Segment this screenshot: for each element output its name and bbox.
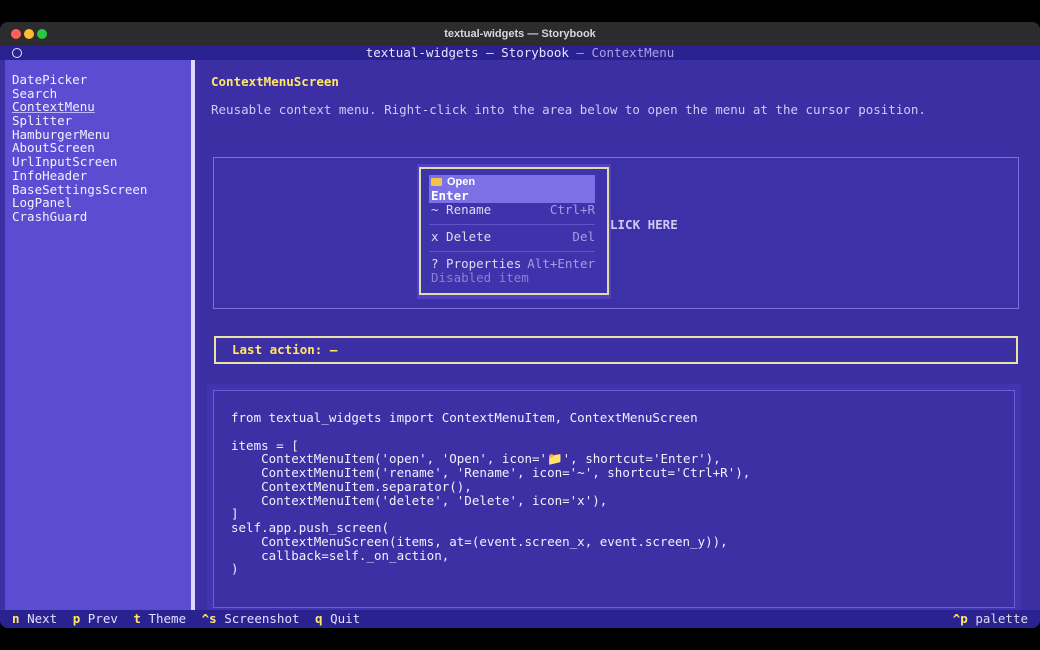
code-line: ContextMenuItem.separator(),	[231, 478, 472, 494]
sidebar-item-urlinputscreen[interactable]: UrlInputScreen	[12, 155, 147, 169]
code-line: ContextMenuScreen(items, at=(event.scree…	[231, 533, 728, 549]
menu-separator	[429, 224, 595, 225]
footer-key-palette[interactable]: ^p palette	[953, 610, 1028, 628]
code-line: ContextMenuItem('delete', 'Delete', icon…	[231, 492, 608, 508]
menu-item-properties-label: ? Properties	[431, 256, 522, 271]
menu-separator	[429, 251, 595, 252]
code-line: callback=self._on_action,	[231, 547, 450, 563]
close-window-icon[interactable]	[11, 29, 21, 39]
code-line: self.app.push_screen(	[231, 520, 390, 535]
minimize-window-icon[interactable]	[24, 29, 34, 39]
menu-item-delete-label: x Delete	[431, 229, 492, 244]
menu-item-disabled-label: Disabled item	[431, 270, 529, 285]
folder-icon	[431, 178, 442, 186]
window-titlebar: textual-widgets — Storybook	[0, 22, 1040, 46]
footer-keys: n Next p Prev t Theme ^s Screenshot q Qu…	[12, 610, 368, 628]
window-title: textual-widgets — Storybook	[444, 28, 596, 40]
main-panel: ContextMenuScreen Reusable context menu.…	[195, 60, 1040, 610]
page-title: ContextMenuScreen	[211, 74, 339, 89]
app-header: textual-widgets — Storybook — ContextMen…	[0, 46, 1040, 60]
footer-key-quit[interactable]: q Quit	[315, 611, 368, 626]
sidebar-item-crashguard[interactable]: CrashGuard	[12, 210, 147, 224]
sidebar-item-splitter[interactable]: Splitter	[12, 114, 147, 128]
code-block: from textual_widgets import ContextMenuI…	[231, 411, 750, 576]
footer-key-screenshot[interactable]: ^s Screenshot	[202, 611, 308, 626]
context-menu: Open Enter ~ Rename Ctrl+R x Delete Del …	[419, 167, 609, 295]
footer-key-next[interactable]: n Next	[12, 611, 65, 626]
sidebar-nav: DatePicker Search ContextMenu Splitter H…	[12, 73, 147, 224]
app-window: textual-widgets — Storybook textual-widg…	[0, 22, 1040, 628]
last-action-text: Last action: —	[232, 342, 338, 357]
sidebar-item-datepicker[interactable]: DatePicker	[12, 73, 147, 87]
menu-item-properties[interactable]: ? Properties Alt+Enter	[429, 257, 595, 271]
code-line: from textual_widgets import ContextMenuI…	[231, 410, 698, 425]
menu-item-rename-shortcut: Ctrl+R	[549, 202, 595, 217]
menu-item-open[interactable]: Open Enter	[429, 175, 595, 203]
header-subtitle: ContextMenu	[591, 45, 675, 60]
code-line: )	[231, 561, 239, 577]
sidebar-item-infoheader[interactable]: InfoHeader	[12, 169, 147, 183]
sidebar-item-logpanel[interactable]: LogPanel	[12, 196, 147, 210]
sidebar-item-hamburgermenu[interactable]: HamburgerMenu	[12, 128, 147, 142]
footer-bar: n Next p Prev t Theme ^s Screenshot q Qu…	[0, 610, 1040, 628]
code-line: ]	[231, 506, 239, 522]
menu-item-open-shortcut: Enter	[431, 188, 469, 203]
menu-item-delete-shortcut: Del	[572, 229, 595, 244]
code-line: items = [	[231, 437, 299, 453]
right-click-area[interactable]: LICK HERE	[213, 157, 1019, 309]
header-separator: —	[568, 45, 592, 60]
menu-item-delete[interactable]: x Delete Del	[429, 230, 595, 244]
code-panel: from textual_widgets import ContextMenuI…	[207, 384, 1021, 610]
menu-item-disabled: Disabled item	[429, 271, 595, 285]
menu-item-properties-shortcut: Alt+Enter	[527, 256, 595, 271]
sidebar: DatePicker Search ContextMenu Splitter H…	[5, 60, 191, 610]
menu-item-rename[interactable]: ~ Rename Ctrl+R	[429, 203, 595, 217]
sidebar-item-basesettingsscreen[interactable]: BaseSettingsScreen	[12, 182, 147, 197]
footer-key-theme[interactable]: t Theme	[133, 611, 194, 626]
app-circle-icon[interactable]	[12, 48, 22, 58]
last-action-box: Last action: —	[214, 336, 1018, 364]
code-example[interactable]: from textual_widgets import ContextMenuI…	[213, 390, 1015, 608]
menu-item-open-label: Open	[447, 176, 476, 188]
menu-item-rename-label: ~ Rename	[431, 202, 492, 217]
footer-key-prev[interactable]: p Prev	[73, 611, 126, 626]
page-description: Reusable context menu. Right-click into …	[211, 102, 926, 117]
maximize-window-icon[interactable]	[37, 29, 47, 39]
sidebar-item-contextmenu[interactable]: ContextMenu	[12, 100, 147, 114]
code-line: ContextMenuItem('rename', 'Rename', icon…	[231, 465, 751, 480]
header-title: textual-widgets — Storybook	[365, 45, 569, 60]
code-line: ContextMenuItem('open', 'Open', icon='📁'…	[231, 451, 721, 467]
click-here-label: LICK HERE	[610, 217, 678, 232]
sidebar-item-aboutscreen[interactable]: AboutScreen	[12, 141, 147, 155]
sidebar-item-search[interactable]: Search	[12, 86, 147, 101]
